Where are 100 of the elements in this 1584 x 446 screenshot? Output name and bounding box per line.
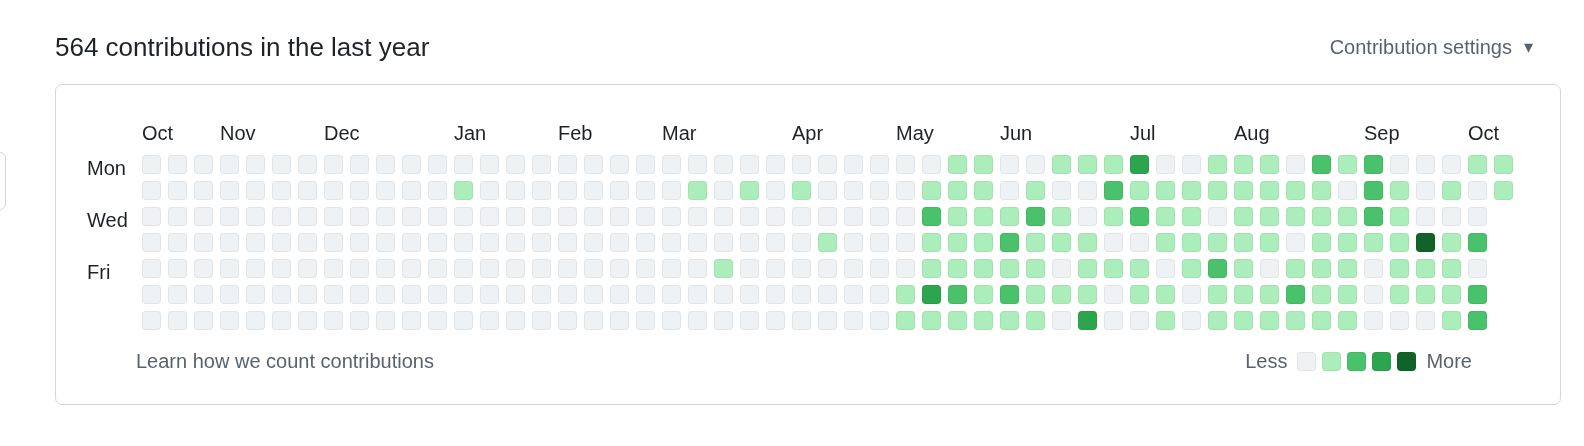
contribution-day-cell[interactable] <box>558 155 577 174</box>
contribution-day-cell[interactable] <box>1442 181 1461 200</box>
contribution-day-cell[interactable] <box>1260 207 1279 226</box>
contribution-settings-button[interactable]: Contribution settings ▾ <box>1329 32 1561 62</box>
contribution-day-cell[interactable] <box>1468 311 1487 330</box>
contribution-day-cell[interactable] <box>402 155 421 174</box>
contribution-day-cell[interactable] <box>272 233 291 252</box>
contribution-day-cell[interactable] <box>974 285 993 304</box>
contribution-day-cell[interactable] <box>1338 311 1357 330</box>
contribution-day-cell[interactable] <box>1442 233 1461 252</box>
contribution-day-cell[interactable] <box>1104 285 1123 304</box>
contribution-day-cell[interactable] <box>766 181 785 200</box>
contribution-day-cell[interactable] <box>1442 207 1461 226</box>
contribution-day-cell[interactable] <box>740 207 759 226</box>
contribution-day-cell[interactable] <box>168 259 187 278</box>
contribution-day-cell[interactable] <box>948 285 967 304</box>
contribution-day-cell[interactable] <box>194 233 213 252</box>
contribution-day-cell[interactable] <box>1026 181 1045 200</box>
contribution-day-cell[interactable] <box>272 181 291 200</box>
contribution-day-cell[interactable] <box>1000 207 1019 226</box>
contribution-day-cell[interactable] <box>844 181 863 200</box>
contribution-day-cell[interactable] <box>246 285 265 304</box>
contribution-day-cell[interactable] <box>610 181 629 200</box>
contribution-day-cell[interactable] <box>1416 259 1435 278</box>
contribution-day-cell[interactable] <box>1130 233 1149 252</box>
contribution-day-cell[interactable] <box>142 311 161 330</box>
contribution-day-cell[interactable] <box>1260 181 1279 200</box>
contribution-day-cell[interactable] <box>1416 233 1435 252</box>
contribution-day-cell[interactable] <box>870 311 889 330</box>
contribution-day-cell[interactable] <box>428 207 447 226</box>
contribution-day-cell[interactable] <box>558 207 577 226</box>
contribution-day-cell[interactable] <box>298 311 317 330</box>
contribution-day-cell[interactable] <box>610 259 629 278</box>
contribution-day-cell[interactable] <box>1416 181 1435 200</box>
contribution-day-cell[interactable] <box>1000 311 1019 330</box>
contribution-day-cell[interactable] <box>1078 155 1097 174</box>
contribution-day-cell[interactable] <box>454 207 473 226</box>
contribution-day-cell[interactable] <box>1234 181 1253 200</box>
contribution-day-cell[interactable] <box>662 181 681 200</box>
contribution-day-cell[interactable] <box>194 259 213 278</box>
contribution-day-cell[interactable] <box>1468 259 1487 278</box>
contribution-day-cell[interactable] <box>922 155 941 174</box>
contribution-day-cell[interactable] <box>1364 155 1383 174</box>
contribution-day-cell[interactable] <box>1416 311 1435 330</box>
contribution-day-cell[interactable] <box>636 181 655 200</box>
contribution-day-cell[interactable] <box>610 233 629 252</box>
contribution-day-cell[interactable] <box>584 285 603 304</box>
contribution-day-cell[interactable] <box>1130 181 1149 200</box>
contribution-day-cell[interactable] <box>948 259 967 278</box>
contribution-day-cell[interactable] <box>298 207 317 226</box>
contribution-day-cell[interactable] <box>1052 207 1071 226</box>
contribution-day-cell[interactable] <box>818 155 837 174</box>
contribution-day-cell[interactable] <box>376 155 395 174</box>
contribution-day-cell[interactable] <box>1182 285 1201 304</box>
contribution-day-cell[interactable] <box>740 155 759 174</box>
contribution-day-cell[interactable] <box>922 259 941 278</box>
contribution-day-cell[interactable] <box>1052 311 1071 330</box>
contribution-day-cell[interactable] <box>480 207 499 226</box>
contribution-day-cell[interactable] <box>922 285 941 304</box>
contribution-day-cell[interactable] <box>376 233 395 252</box>
contribution-day-cell[interactable] <box>1338 207 1357 226</box>
contribution-day-cell[interactable] <box>1078 311 1097 330</box>
learn-more-link[interactable]: Learn how we count contributions <box>136 346 434 376</box>
contribution-day-cell[interactable] <box>1312 285 1331 304</box>
contribution-day-cell[interactable] <box>1052 181 1071 200</box>
contribution-day-cell[interactable] <box>1364 233 1383 252</box>
contribution-day-cell[interactable] <box>402 207 421 226</box>
contribution-day-cell[interactable] <box>506 207 525 226</box>
contribution-day-cell[interactable] <box>272 155 291 174</box>
contribution-day-cell[interactable] <box>1286 233 1305 252</box>
contribution-day-cell[interactable] <box>194 285 213 304</box>
contribution-day-cell[interactable] <box>1208 155 1227 174</box>
contribution-day-cell[interactable] <box>298 285 317 304</box>
contribution-day-cell[interactable] <box>896 311 915 330</box>
contribution-day-cell[interactable] <box>220 233 239 252</box>
contribution-day-cell[interactable] <box>870 285 889 304</box>
contribution-day-cell[interactable] <box>1182 259 1201 278</box>
contribution-day-cell[interactable] <box>766 155 785 174</box>
contribution-day-cell[interactable] <box>662 233 681 252</box>
contribution-day-cell[interactable] <box>1468 207 1487 226</box>
contribution-day-cell[interactable] <box>766 285 785 304</box>
contribution-day-cell[interactable] <box>948 207 967 226</box>
contribution-day-cell[interactable] <box>1286 155 1305 174</box>
contribution-day-cell[interactable] <box>532 311 551 330</box>
contribution-day-cell[interactable] <box>792 155 811 174</box>
contribution-day-cell[interactable] <box>1312 233 1331 252</box>
contribution-day-cell[interactable] <box>1312 181 1331 200</box>
contribution-day-cell[interactable] <box>818 259 837 278</box>
contribution-day-cell[interactable] <box>740 285 759 304</box>
contribution-day-cell[interactable] <box>1182 311 1201 330</box>
contribution-day-cell[interactable] <box>714 285 733 304</box>
contribution-day-cell[interactable] <box>350 259 369 278</box>
contribution-day-cell[interactable] <box>636 233 655 252</box>
contribution-day-cell[interactable] <box>558 233 577 252</box>
contribution-day-cell[interactable] <box>428 181 447 200</box>
contribution-day-cell[interactable] <box>402 259 421 278</box>
contribution-day-cell[interactable] <box>480 181 499 200</box>
contribution-day-cell[interactable] <box>558 181 577 200</box>
contribution-day-cell[interactable] <box>584 207 603 226</box>
contribution-day-cell[interactable] <box>1312 259 1331 278</box>
